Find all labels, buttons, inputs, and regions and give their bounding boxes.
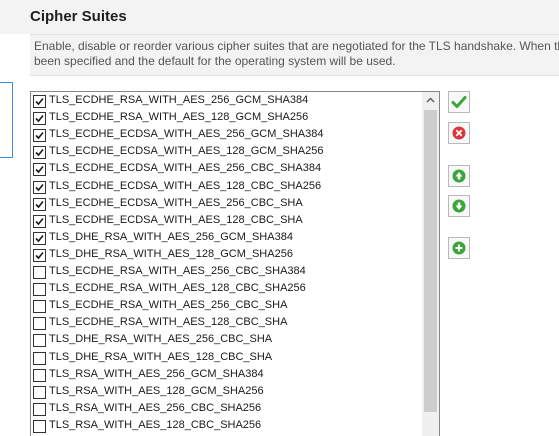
cipher-suite-checkbox[interactable] bbox=[33, 317, 46, 331]
cipher-suite-checkbox[interactable] bbox=[33, 385, 46, 399]
section-title: Cipher Suites bbox=[30, 8, 127, 25]
cipher-suite-label: TLS_ECDHE_ECDSA_WITH_AES_256_CBC_SHA bbox=[49, 196, 303, 209]
cipher-suite-checkbox[interactable] bbox=[33, 368, 46, 382]
cipher-suites-page: Cipher Suites Enable, disable or reorder… bbox=[0, 0, 559, 436]
cipher-suite-checkbox[interactable] bbox=[33, 95, 46, 108]
cipher-suite-checkbox[interactable] bbox=[33, 163, 46, 177]
cipher-suite-label: TLS_DHE_RSA_WITH_AES_256_CBC_SHA bbox=[49, 333, 273, 346]
red-x-icon bbox=[452, 126, 466, 140]
cipher-suite-row[interactable]: TLS_ECDHE_RSA_WITH_AES_256_CBC_SHA bbox=[31, 298, 421, 315]
cipher-suite-checkbox[interactable] bbox=[33, 146, 46, 160]
cipher-suite-label: TLS_ECDHE_ECDSA_WITH_AES_256_GCM_SHA384 bbox=[49, 128, 324, 141]
cipher-suite-label: TLS_ECDHE_RSA_WITH_AES_256_CBC_SHA bbox=[49, 299, 288, 312]
section-description: Enable, disable or reorder various ciphe… bbox=[30, 34, 559, 76]
check-mark-icon bbox=[35, 115, 44, 123]
cipher-suite-checkbox[interactable] bbox=[33, 112, 46, 126]
cipher-suite-label: TLS_ECDHE_RSA_WITH_AES_128_CBC_SHA bbox=[49, 316, 288, 329]
check-mark-icon bbox=[35, 217, 44, 225]
cipher-suite-checkbox[interactable] bbox=[33, 180, 46, 194]
cipher-suite-row[interactable]: TLS_DHE_RSA_WITH_AES_256_CBC_SHA bbox=[31, 332, 421, 349]
check-mark-icon bbox=[35, 234, 44, 242]
cipher-suite-checkbox[interactable] bbox=[33, 197, 46, 211]
cipher-suite-checkbox[interactable] bbox=[33, 351, 46, 365]
cipher-suite-checkbox[interactable] bbox=[33, 129, 46, 143]
check-mark-icon bbox=[35, 149, 44, 157]
cipher-suite-checkbox[interactable] bbox=[33, 300, 46, 314]
check-mark-icon bbox=[35, 97, 44, 106]
down-arrow-icon bbox=[452, 199, 466, 213]
check-mark-icon bbox=[35, 166, 44, 174]
cipher-suite-row[interactable]: TLS_ECDHE_RSA_WITH_AES_128_CBC_SHA256 bbox=[31, 281, 421, 298]
cipher-suite-row[interactable]: TLS_ECDHE_RSA_WITH_AES_256_GCM_SHA384 bbox=[31, 93, 421, 110]
cipher-suite-row[interactable]: TLS_DHE_RSA_WITH_AES_128_CBC_SHA bbox=[31, 350, 421, 367]
scroll-thumb[interactable] bbox=[424, 110, 437, 412]
cipher-suite-checkbox[interactable] bbox=[33, 402, 46, 416]
up-arrow-icon bbox=[452, 169, 466, 183]
cipher-suite-checkbox[interactable] bbox=[33, 266, 46, 279]
cipher-suite-row[interactable]: TLS_ECDHE_ECDSA_WITH_AES_256_CBC_SHA bbox=[31, 196, 421, 213]
cipher-suite-label: TLS_RSA_WITH_AES_256_CBC_SHA256 bbox=[49, 401, 262, 414]
cipher-suite-row[interactable]: TLS_ECDHE_ECDSA_WITH_AES_128_CBC_SHA256 bbox=[31, 179, 421, 196]
description-line-1: Enable, disable or reorder various ciphe… bbox=[34, 39, 559, 53]
cipher-suite-label: TLS_ECDHE_ECDSA_WITH_AES_128_GCM_SHA256 bbox=[49, 145, 324, 158]
cipher-suite-label: TLS_DHE_RSA_WITH_AES_128_GCM_SHA256 bbox=[49, 247, 293, 260]
cipher-suite-row[interactable]: TLS_ECDHE_RSA_WITH_AES_128_GCM_SHA256 bbox=[31, 110, 421, 127]
cipher-suite-label: TLS_ECDHE_ECDSA_WITH_AES_128_CBC_SHA256 bbox=[49, 179, 322, 192]
cipher-suite-label: TLS_ECDHE_RSA_WITH_AES_256_GCM_SHA384 bbox=[49, 94, 309, 106]
cipher-suite-label: TLS_ECDHE_RSA_WITH_AES_256_CBC_SHA384 bbox=[49, 265, 306, 277]
cipher-suite-checkbox[interactable] bbox=[33, 214, 46, 228]
check-mark-icon bbox=[35, 132, 44, 140]
cipher-suite-row[interactable]: TLS_ECDHE_ECDSA_WITH_AES_256_CBC_SHA384 bbox=[31, 161, 421, 178]
cipher-suite-row[interactable]: TLS_RSA_WITH_AES_128_CBC_SHA256 bbox=[31, 418, 421, 435]
reset-default-button[interactable] bbox=[448, 237, 470, 259]
cipher-suite-row[interactable]: TLS_ECDHE_RSA_WITH_AES_256_CBC_SHA384 bbox=[31, 264, 421, 281]
checkmark-icon bbox=[451, 96, 467, 108]
green-plus-icon bbox=[452, 241, 466, 255]
cipher-suite-label: TLS_RSA_WITH_AES_128_GCM_SHA256 bbox=[49, 384, 264, 397]
cipher-suite-label: TLS_DHE_RSA_WITH_AES_128_CBC_SHA bbox=[49, 350, 273, 363]
cipher-suite-label: TLS_ECDHE_ECDSA_WITH_AES_256_CBC_SHA384 bbox=[49, 162, 322, 175]
check-mark-icon bbox=[35, 200, 44, 208]
scroll-up-button[interactable] bbox=[422, 92, 439, 109]
disable-button[interactable] bbox=[448, 122, 470, 144]
cipher-suite-label: TLS_DHE_RSA_WITH_AES_256_GCM_SHA384 bbox=[49, 230, 293, 243]
cipher-suite-label: TLS_ECDHE_ECDSA_WITH_AES_128_CBC_SHA bbox=[49, 213, 303, 226]
section-header: Cipher Suites bbox=[0, 0, 559, 34]
move-up-button[interactable] bbox=[448, 165, 470, 187]
left-panel-edge bbox=[0, 82, 13, 158]
cipher-suite-row[interactable]: TLS_ECDHE_ECDSA_WITH_AES_256_GCM_SHA384 bbox=[31, 127, 421, 144]
enable-button[interactable] bbox=[448, 91, 470, 113]
cipher-suite-checkbox[interactable] bbox=[33, 231, 46, 245]
cipher-suite-checkbox[interactable] bbox=[33, 419, 46, 433]
vertical-scrollbar[interactable] bbox=[422, 92, 439, 436]
check-mark-icon bbox=[35, 251, 44, 260]
cipher-suite-row[interactable]: TLS_RSA_WITH_AES_128_GCM_SHA256 bbox=[31, 384, 421, 401]
cipher-suite-label: TLS_RSA_WITH_AES_128_CBC_SHA256 bbox=[49, 418, 262, 431]
check-mark-icon bbox=[35, 183, 44, 191]
cipher-suite-row[interactable]: TLS_DHE_RSA_WITH_AES_128_GCM_SHA256 bbox=[31, 247, 421, 264]
cipher-suite-label: TLS_ECDHE_RSA_WITH_AES_128_CBC_SHA256 bbox=[49, 282, 306, 295]
cipher-suite-row[interactable]: TLS_RSA_WITH_AES_256_CBC_SHA256 bbox=[31, 401, 421, 418]
cipher-suite-row[interactable]: TLS_RSA_WITH_AES_256_GCM_SHA384 bbox=[31, 367, 421, 384]
cipher-suite-list[interactable]: TLS_ECDHE_RSA_WITH_AES_256_GCM_SHA384 TLS… bbox=[30, 91, 440, 436]
move-down-button[interactable] bbox=[448, 195, 470, 217]
cipher-suite-label: TLS_RSA_WITH_AES_256_GCM_SHA384 bbox=[49, 367, 264, 380]
description-line-2: been specified and the default for the o… bbox=[34, 54, 396, 68]
cipher-suite-checkbox[interactable] bbox=[33, 334, 46, 348]
chevron-up-icon bbox=[426, 97, 435, 103]
cipher-suite-checkbox[interactable] bbox=[33, 248, 46, 262]
cipher-suite-row[interactable]: TLS_ECDHE_ECDSA_WITH_AES_128_GCM_SHA256 bbox=[31, 144, 421, 161]
cipher-suite-label: TLS_ECDHE_RSA_WITH_AES_128_GCM_SHA256 bbox=[49, 111, 309, 124]
cipher-suite-row[interactable]: TLS_ECDHE_ECDSA_WITH_AES_128_CBC_SHA bbox=[31, 213, 421, 230]
cipher-suite-row[interactable]: TLS_DHE_RSA_WITH_AES_256_GCM_SHA384 bbox=[31, 230, 421, 247]
cipher-suite-row[interactable]: TLS_ECDHE_RSA_WITH_AES_128_CBC_SHA bbox=[31, 315, 421, 332]
cipher-suite-checkbox[interactable] bbox=[33, 283, 46, 297]
